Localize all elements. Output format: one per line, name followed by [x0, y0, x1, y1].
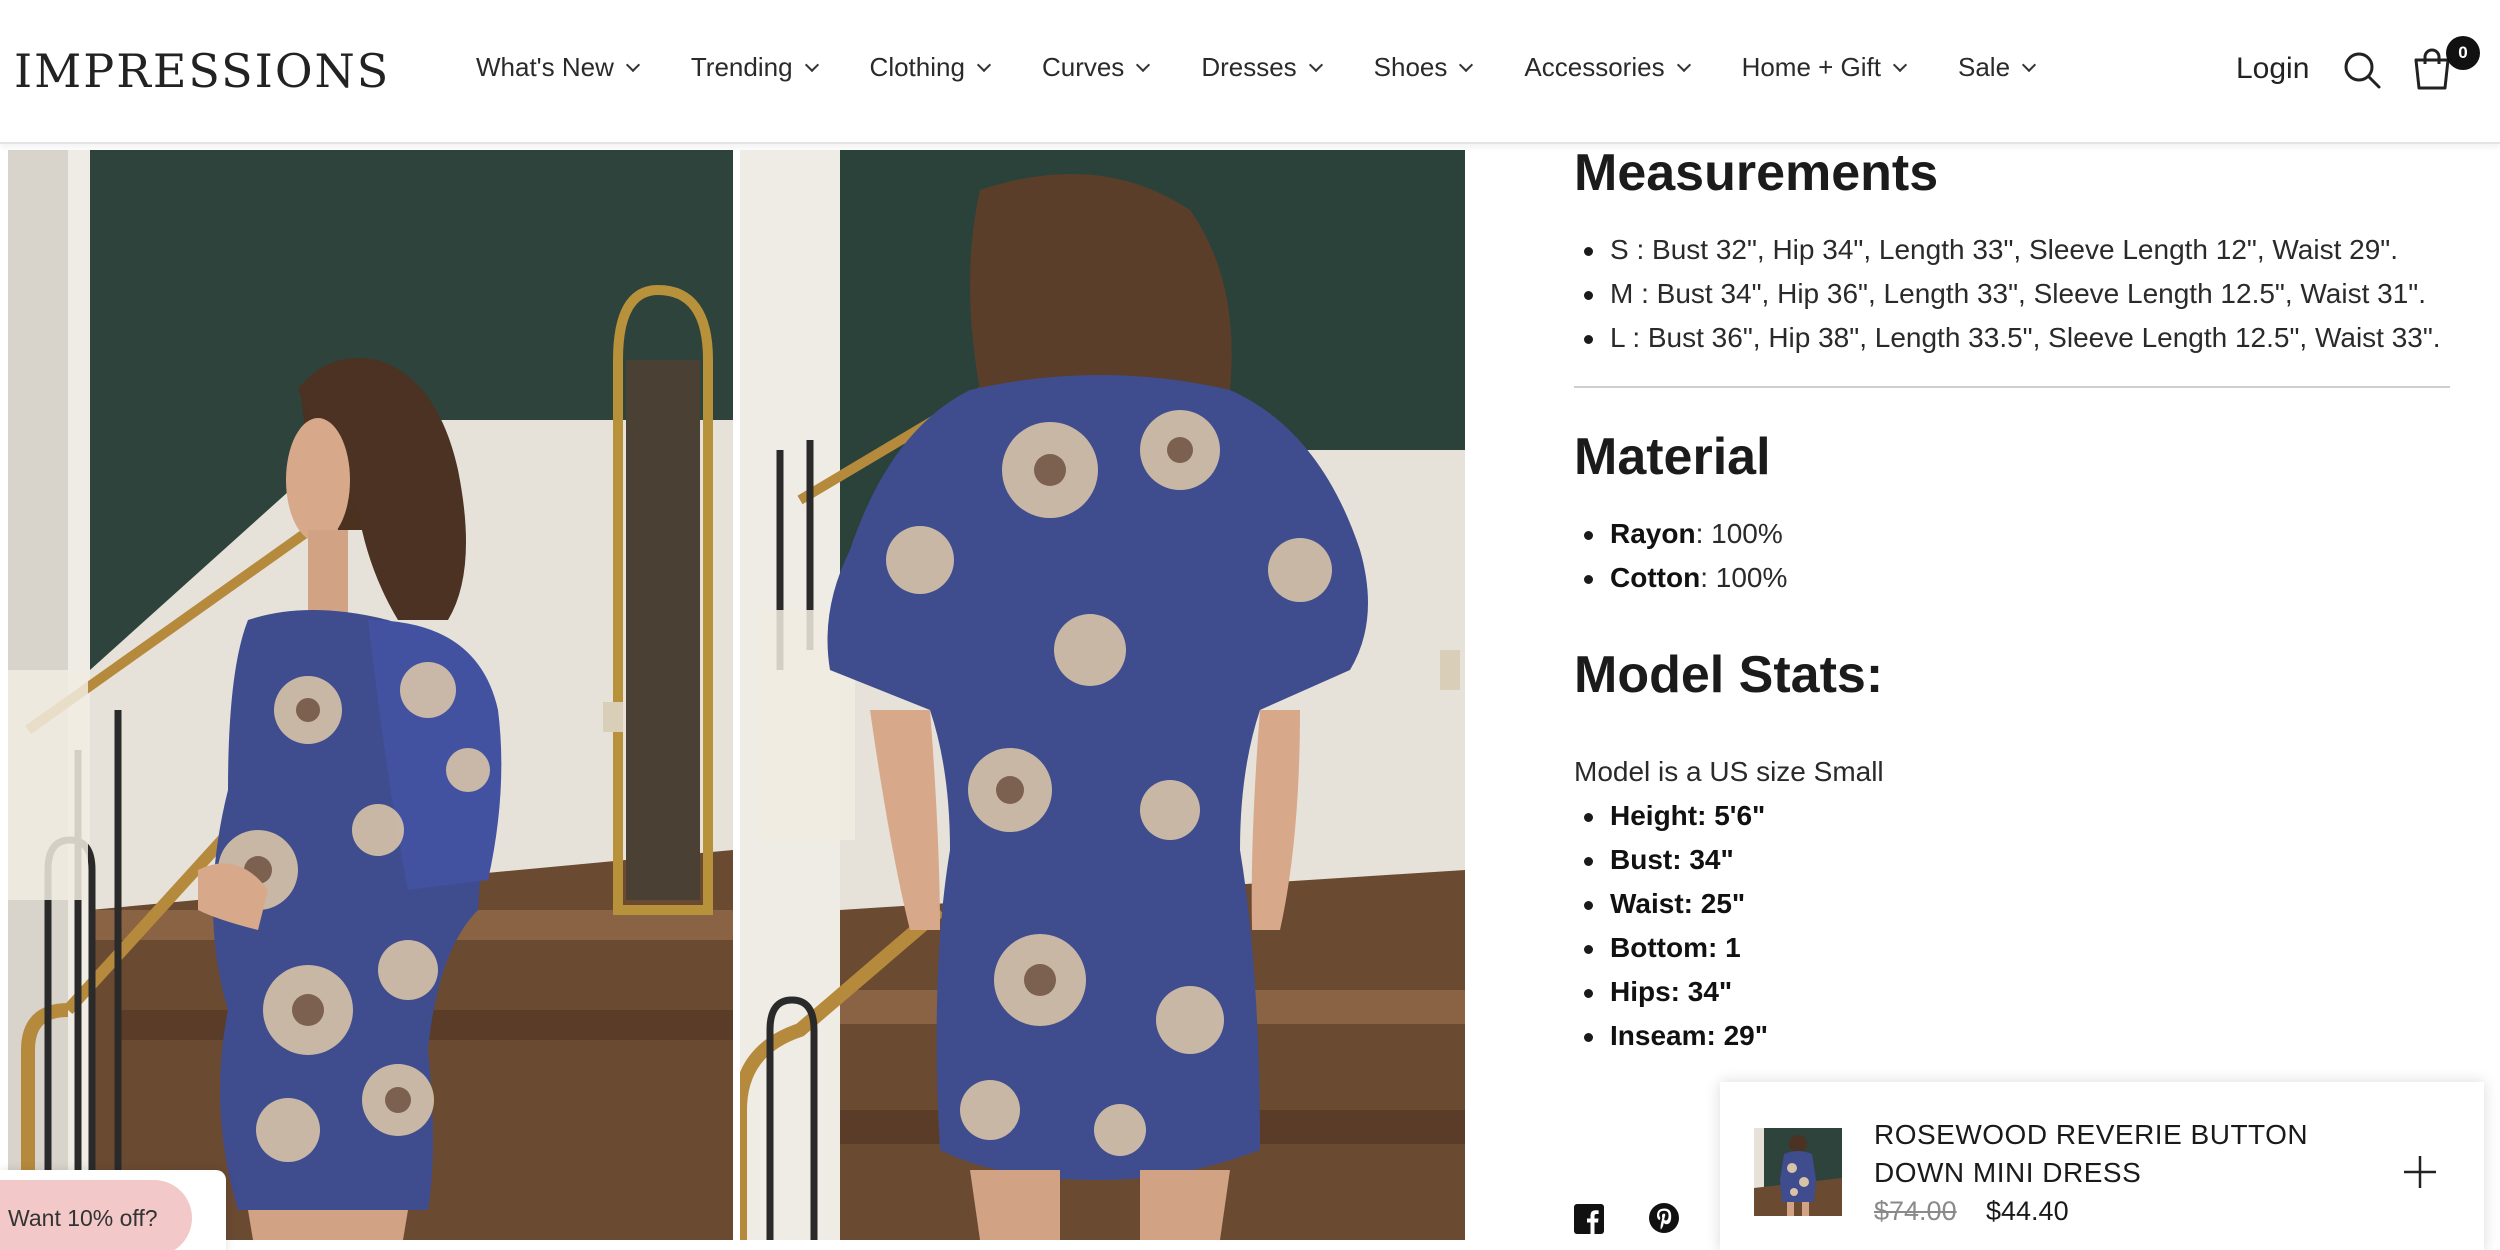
material-heading: Material [1574, 428, 1771, 486]
list-item: S : Bust 32", Hip 34", Length 33", Sleev… [1574, 228, 2450, 272]
sticky-product-title: ROSEWOOD REVERIE BUTTON DOWN MINI DRESS [1874, 1119, 2309, 1188]
pinterest-icon[interactable] [1648, 1202, 1680, 1234]
list-item: Bottom: 1 [1574, 926, 2450, 970]
search-icon[interactable] [2342, 50, 2382, 90]
chevron-down-icon [1308, 57, 1323, 72]
chevron-down-icon [976, 57, 992, 72]
model-stats-list: Height: 5'6" Bust: 34" Waist: 25" Bottom… [1574, 794, 2450, 1058]
measurements-heading: Measurements [1574, 144, 1939, 202]
section-divider [1574, 386, 2450, 388]
material-list: Rayon: 100% Cotton: 100% [1574, 512, 2450, 600]
main-nav: What's New Trending Clothing Curves Dres… [476, 52, 2087, 83]
list-item: L : Bust 36", Hip 38", Length 33.5", Sle… [1574, 316, 2450, 360]
product-photo-side-image [8, 150, 733, 1240]
material-name: Rayon [1610, 518, 1696, 549]
chevron-down-icon [625, 57, 640, 72]
product-thumbnail[interactable] [1754, 1128, 1842, 1216]
discount-tab-button[interactable]: Want 10% off? [0, 1180, 192, 1250]
nav-item-trending[interactable]: Trending [691, 52, 819, 83]
sticky-add-to-cart-bar: ROSEWOOD REVERIE BUTTON DOWN MINI DRESS … [1720, 1082, 2484, 1250]
chevron-down-icon [2021, 57, 2037, 72]
list-item: Hips: 34" [1574, 970, 2450, 1014]
list-item: M : Bust 34", Hip 36", Length 33", Sleev… [1574, 272, 2450, 316]
nav-item-accessories[interactable]: Accessories [1524, 52, 1691, 83]
list-item: Rayon: 100% [1574, 512, 2450, 556]
product-photo-back-image [740, 150, 1465, 1240]
login-link[interactable]: Login [2236, 52, 2309, 86]
chevron-down-icon [1136, 57, 1151, 72]
nav-item-sale[interactable]: Sale [1958, 52, 2037, 83]
list-item: Inseam: 29" [1574, 1014, 2450, 1058]
list-item: Bust: 34" [1574, 838, 2450, 882]
nav-item-shoes[interactable]: Shoes [1374, 52, 1474, 83]
product-thumbnail-image [1754, 1128, 1842, 1216]
product-photo-side[interactable] [8, 150, 733, 1240]
sale-price: $44.40 [1986, 1196, 2069, 1226]
list-item: Waist: 25" [1574, 882, 2450, 926]
nav-item-home-gift[interactable]: Home + Gift [1742, 52, 1908, 83]
chevron-down-icon [1892, 57, 1908, 72]
measurements-list: S : Bust 32", Hip 34", Length 33", Sleev… [1574, 228, 2450, 360]
original-price: $74.00 [1874, 1196, 1957, 1226]
chevron-down-icon [804, 57, 819, 72]
plus-icon[interactable] [2402, 1154, 2438, 1190]
facebook-icon[interactable] [1574, 1204, 1604, 1234]
nav-item-clothing[interactable]: Clothing [870, 52, 992, 83]
nav-item-whats-new[interactable]: What's New [476, 52, 640, 83]
chevron-down-icon [1459, 57, 1474, 72]
nav-item-curves[interactable]: Curves [1042, 52, 1151, 83]
model-intro: Model is a US size Small [1574, 756, 1884, 787]
site-header: IMPRESSIONS What's New Trending Clothing… [0, 0, 2500, 144]
cart-count-badge: 0 [2446, 36, 2480, 70]
model-stats-heading: Model Stats: [1574, 646, 1884, 704]
site-logo[interactable]: IMPRESSIONS [14, 44, 390, 98]
list-item: Cotton: 100% [1574, 556, 2450, 600]
material-name: Cotton [1610, 562, 1701, 593]
list-item: Height: 5'6" [1574, 794, 2450, 838]
material-value: : 100% [1700, 562, 1788, 593]
chevron-down-icon [1676, 57, 1691, 72]
nav-item-dresses[interactable]: Dresses [1201, 52, 1323, 83]
product-photo-back[interactable] [740, 150, 1465, 1240]
product-details: Measurements S : Bust 32", Hip 34", Leng… [1574, 140, 2450, 1058]
material-value: : 100% [1695, 518, 1783, 549]
